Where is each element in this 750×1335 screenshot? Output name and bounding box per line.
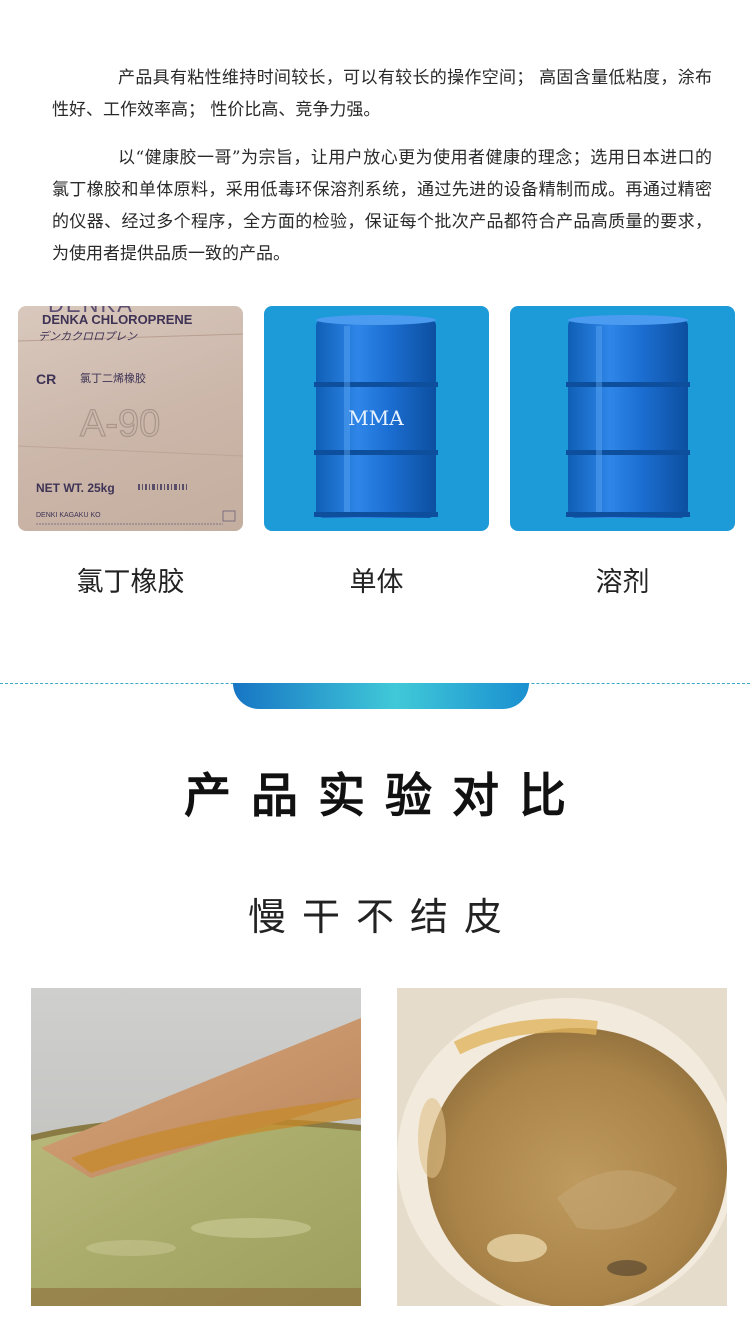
chloroprene-bag-image: DENKA DENKA CHLOROPRENE デンカクロロプレン CR 氯丁二… [18,306,243,531]
bag-cn-label: 氯丁二烯橡胶 [80,371,146,385]
solvent-drum-image [510,306,735,531]
bag-cr-label: CR [36,371,56,387]
bag-barcode [138,484,187,490]
caption-chloroprene: 氯丁橡胶 [76,567,185,598]
intro-text: 产品具有粘性维持时间较长，可以有较长的操作空间； 高固含量低粘度，涂布性好、工作… [52,62,712,286]
intro-paragraph-2: 以“健康胶一哥”为宗旨，让用户放心更为使用者健康的理念；选用日本进口的氯丁橡胶和… [52,148,712,264]
bag-net-weight: NET WT. 25kg [36,481,115,495]
experiment-photo-stick [31,988,361,1306]
glue-stick-graphic [31,988,361,1306]
caption-monomer: 单体 [349,567,404,598]
solvent-drum-graphic [566,315,690,518]
drum-label-mma: MMA [348,406,404,430]
bag-maker: DENKI KAGAKU KO [36,512,101,519]
section-subtitle: 慢干不结皮 [247,895,518,939]
chloroprene-bag-graphic: DENKA DENKA CHLOROPRENE デンカクロロプレン CR 氯丁二… [18,306,243,525]
section-title: 产品实验对比 [184,769,586,824]
bag-katakana: デンカクロロプレン [38,330,138,343]
monomer-drum-graphic: MMA [314,315,438,518]
section-divider-tab [233,683,529,709]
intro-paragraph-1: 产品具有粘性维持时间较长，可以有较长的操作空间； 高固含量低粘度，涂布性好、工作… [52,68,712,120]
bag-grade: A-90 [80,403,160,445]
caption-solvent: 溶剂 [595,567,650,598]
monomer-drum-image: MMA [264,306,489,531]
bag-brand-line: DENKA CHLOROPRENE [42,312,193,327]
glue-container-graphic [397,988,727,1306]
experiment-photo-container [397,988,727,1306]
